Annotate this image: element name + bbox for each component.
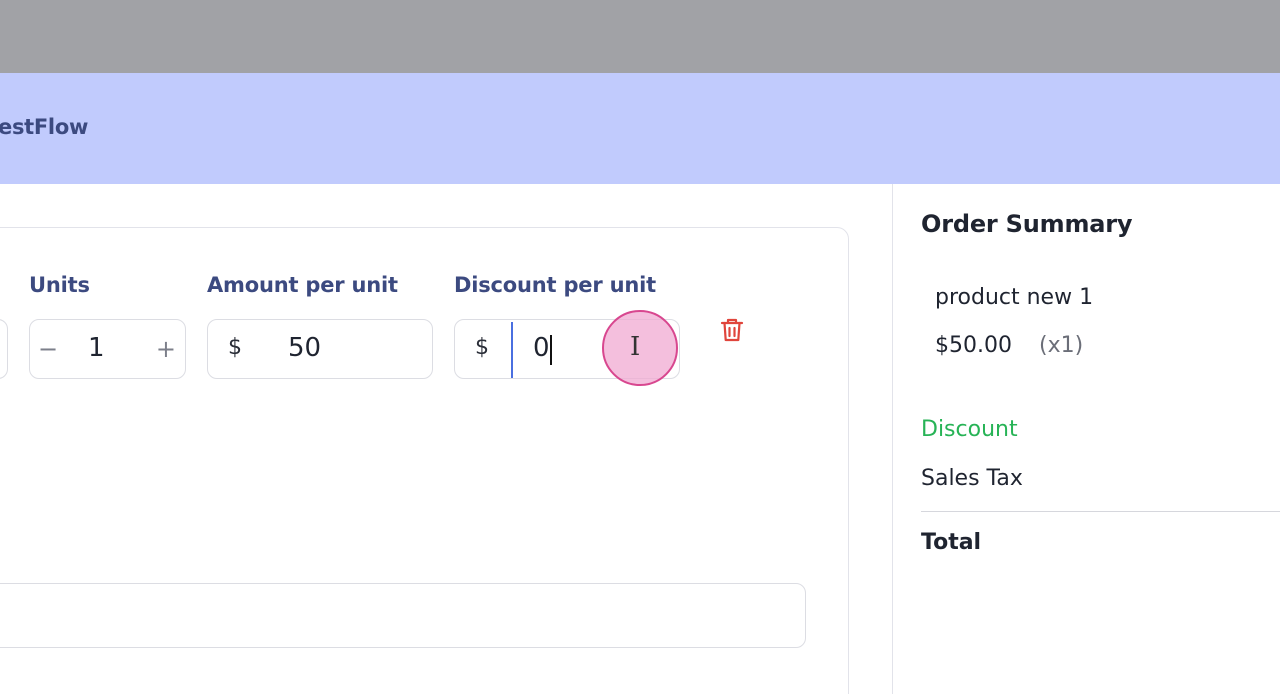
units-stepper[interactable]: − 1 + bbox=[29, 319, 186, 379]
summary-item-price: $50.00 bbox=[935, 333, 1012, 358]
units-label: Units bbox=[29, 273, 90, 297]
product-select[interactable] bbox=[0, 319, 8, 379]
units-value[interactable]: 1 bbox=[88, 333, 105, 363]
amount-per-unit-label: Amount per unit bbox=[207, 273, 398, 297]
main-content: Units Amount per unit Discount per unit … bbox=[0, 184, 892, 694]
discount-value[interactable]: 0 bbox=[533, 333, 550, 363]
app-header: estFlow bbox=[0, 73, 1280, 184]
order-summary-panel: Order Summary product new 1 $50.00 (x1) … bbox=[892, 184, 1280, 694]
notes-input[interactable] bbox=[0, 583, 806, 648]
summary-item-quantity: (x1) bbox=[1039, 333, 1084, 358]
brand-logo-text[interactable]: estFlow bbox=[0, 115, 88, 139]
summary-discount-label: Discount bbox=[921, 417, 1018, 442]
summary-sales-tax-label: Sales Tax bbox=[921, 466, 1023, 491]
text-cursor-icon: I bbox=[630, 332, 641, 362]
amount-per-unit-input[interactable]: $ 50 bbox=[207, 319, 433, 379]
increment-button[interactable]: + bbox=[156, 334, 176, 364]
summary-item-name: product new 1 bbox=[935, 285, 1094, 310]
summary-total-label: Total bbox=[921, 530, 982, 555]
decrement-button[interactable]: − bbox=[38, 334, 58, 364]
focus-divider bbox=[511, 322, 513, 378]
trash-icon[interactable] bbox=[718, 316, 746, 344]
mouse-cursor-highlight: I bbox=[602, 310, 678, 386]
browser-top-bar bbox=[0, 0, 1280, 73]
currency-prefix: $ bbox=[228, 335, 242, 360]
amount-value[interactable]: 50 bbox=[288, 333, 321, 363]
discount-per-unit-label: Discount per unit bbox=[454, 273, 656, 297]
text-caret bbox=[550, 335, 552, 365]
order-summary-title: Order Summary bbox=[921, 210, 1133, 238]
currency-prefix: $ bbox=[475, 335, 489, 360]
summary-divider bbox=[921, 511, 1280, 512]
